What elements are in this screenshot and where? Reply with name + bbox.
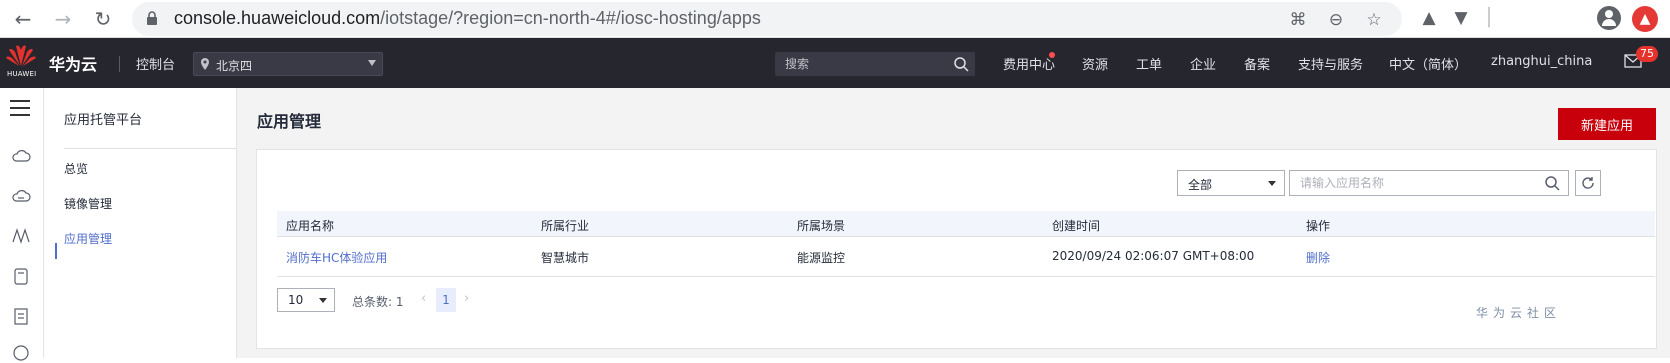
- drive-extension-icon[interactable]: ▲: [1418, 7, 1440, 29]
- chevron-down-icon: [319, 298, 327, 303]
- cloud-icon[interactable]: [11, 146, 31, 166]
- chrome-update-icon[interactable]: ▲: [1632, 6, 1658, 32]
- address-bar[interactable]: console.huaweicloud.com/iotstage/?region…: [132, 2, 1402, 36]
- nav-username[interactable]: zhanghui_china: [1491, 54, 1592, 69]
- service-icon-rail: [0, 88, 44, 361]
- main-content: 应用管理 新建应用 全部 应用名称 所属行业 所属场景 创建时间 操作 消防车H…: [237, 88, 1670, 358]
- pagination: 10 总条数: 1 ‹ 1 ›: [277, 288, 577, 314]
- region-select[interactable]: 北京四: [193, 52, 383, 76]
- huawei-logo-text: HUAWEI: [7, 70, 37, 78]
- column-header-actions: 操作: [1306, 219, 1331, 233]
- table-row: 消防车HC体验应用 智慧城市 能源监控 2020/09/24 02:06:07 …: [277, 237, 1655, 277]
- brand-name[interactable]: 华为云: [49, 51, 97, 75]
- search-icon[interactable]: [1544, 175, 1560, 191]
- sidebar-divider: [64, 148, 244, 149]
- cell-industry: 智慧城市: [541, 251, 590, 265]
- next-page-icon[interactable]: ›: [464, 291, 469, 306]
- nav-enterprise[interactable]: 企业: [1190, 54, 1216, 73]
- page-title: 应用管理: [257, 112, 322, 131]
- back-arrow-icon[interactable]: ←: [10, 6, 36, 32]
- mail-count-badge: 75: [1636, 46, 1658, 62]
- industry-filter-select[interactable]: 全部: [1177, 170, 1285, 196]
- refresh-icon: [1582, 177, 1594, 189]
- app-search-input[interactable]: [1290, 171, 1530, 195]
- page-number[interactable]: 1: [436, 288, 456, 312]
- forward-arrow-icon[interactable]: →: [50, 6, 76, 32]
- search-icon[interactable]: [953, 56, 969, 72]
- bookmark-star-icon[interactable]: ☆: [1363, 9, 1385, 31]
- network-icon[interactable]: [11, 226, 31, 246]
- create-app-button[interactable]: 新建应用: [1558, 108, 1656, 140]
- sidebar-item-images[interactable]: 镜像管理: [64, 195, 112, 212]
- column-header-scene: 所属场景: [797, 219, 846, 233]
- huawei-logo[interactable]: HUAWEI: [6, 44, 36, 82]
- app-search[interactable]: [1289, 170, 1569, 196]
- console-link[interactable]: 控制台: [136, 54, 175, 73]
- nav-resources[interactable]: 资源: [1082, 54, 1108, 73]
- column-header-name: 应用名称: [286, 219, 335, 233]
- nav-tickets[interactable]: 工单: [1136, 54, 1162, 73]
- storage-icon[interactable]: [11, 266, 31, 286]
- total-count: 总条数: 1: [352, 295, 404, 309]
- vue-extension-icon[interactable]: ▼: [1450, 7, 1472, 29]
- column-header-created: 创建时间: [1052, 219, 1101, 233]
- nav-language[interactable]: 中文（简体）: [1389, 54, 1467, 73]
- lock-icon: [147, 11, 157, 25]
- notification-dot: [1049, 52, 1055, 58]
- nav-icp[interactable]: 备案: [1244, 54, 1270, 73]
- cell-created-time: 2020/09/24 02:06:07 GMT+08:00: [1052, 249, 1255, 263]
- cell-scene: 能源监控: [797, 251, 846, 265]
- location-pin-icon: [201, 58, 209, 70]
- header-search-input[interactable]: [775, 52, 945, 76]
- hamburger-menu-icon[interactable]: [10, 100, 30, 116]
- region-label: 北京四: [216, 59, 253, 73]
- browser-toolbar: ← → ↻ console.huaweicloud.com/iotstage/?…: [0, 0, 1670, 38]
- community-watermark: 华为云社区: [1476, 306, 1562, 320]
- sidebar-item-apps[interactable]: 应用管理: [64, 230, 112, 247]
- zoom-icon[interactable]: ⊖: [1325, 9, 1347, 31]
- url-text: console.huaweicloud.com/iotstage/?region…: [174, 8, 761, 28]
- nav-billing[interactable]: 费用中心: [1003, 54, 1055, 73]
- column-header-industry: 所属行业: [541, 219, 590, 233]
- refresh-button[interactable]: [1575, 170, 1601, 196]
- app-list-card: 全部 应用名称 所属行业 所属场景 创建时间 操作 消防车HC体验应用 智慧城市…: [256, 149, 1657, 349]
- prev-page-icon[interactable]: ‹: [421, 291, 426, 306]
- active-indicator: [55, 243, 57, 259]
- service-sidebar: 应用托管平台 总览 镜像管理 应用管理: [44, 88, 244, 358]
- database-cloud-icon[interactable]: [11, 186, 31, 206]
- console-header: HUAWEI 华为云 控制台 北京四 费用中心 资源 工单 企业 备案 支持与服…: [0, 38, 1670, 88]
- header-divider: [119, 56, 120, 72]
- profile-avatar-icon[interactable]: [1597, 6, 1621, 30]
- reload-icon[interactable]: ↻: [90, 6, 116, 32]
- page-size-value: 10: [288, 293, 304, 307]
- chevron-down-icon: [1268, 181, 1276, 186]
- table-header: 应用名称 所属行业 所属场景 创建时间 操作: [277, 211, 1655, 237]
- translate-icon[interactable]: ⌘: [1287, 9, 1309, 31]
- chevron-down-icon: [368, 60, 376, 66]
- app-name-link[interactable]: 消防车HC体验应用: [286, 249, 387, 266]
- header-search[interactable]: [775, 52, 975, 76]
- huawei-petal-icon: [6, 45, 36, 66]
- nav-support[interactable]: 支持与服务: [1298, 54, 1363, 73]
- service-title: 应用托管平台: [64, 113, 143, 128]
- toolbar-separator: │: [1483, 8, 1495, 28]
- filter-value: 全部: [1188, 178, 1213, 192]
- sidebar-item-overview[interactable]: 总览: [64, 160, 88, 177]
- delete-link[interactable]: 删除: [1306, 249, 1330, 266]
- page-size-select[interactable]: 10: [277, 288, 335, 312]
- monitor-icon[interactable]: [11, 343, 31, 363]
- document-icon[interactable]: [11, 306, 31, 326]
